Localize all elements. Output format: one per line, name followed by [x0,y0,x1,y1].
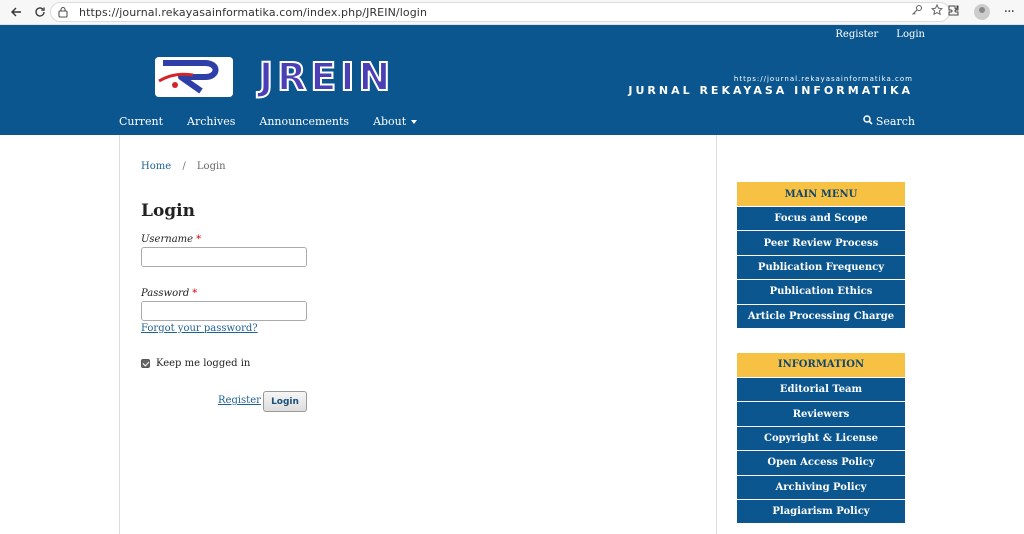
breadcrumb: Home / Login [141,161,226,172]
nav-announcements[interactable]: Announcements [259,115,349,128]
sidebar-item-peer-review[interactable]: Peer Review Process [737,230,905,255]
sidebar-item-focus-scope[interactable]: Focus and Scope [737,206,905,231]
sidebar-item-editorial-team[interactable]: Editorial Team [737,376,905,402]
required-mark: * [196,234,202,245]
register-header-link[interactable]: Register [835,29,878,40]
search-icon [863,115,873,128]
password-label: Password * [141,288,197,299]
register-link[interactable]: Register [218,395,261,406]
information-title: INFORMATION [737,352,905,377]
nav-about-label: About [373,115,407,128]
login-button[interactable]: Login [263,391,307,412]
profile-avatar-icon[interactable] [973,3,990,20]
site-header: Register Login JREIN https://journal.rek… [0,25,1024,135]
keep-logged-in-checkbox[interactable] [141,359,150,368]
favorite-star-icon[interactable] [930,3,944,19]
sidebar: MAIN MENU Focus and Scope Peer Review Pr… [737,182,905,534]
reload-icon[interactable] [28,1,52,23]
logo-subtitle: JURNAL REKAYASA INFORMATIKA [628,84,913,97]
page-title: Login [141,201,195,221]
main-menu-block: MAIN MENU Focus and Scope Peer Review Pr… [737,182,905,328]
nav-about[interactable]: About [373,115,418,128]
breadcrumb-current: Login [196,161,226,172]
key-icon[interactable] [911,4,923,19]
information-block: INFORMATION Editorial Team Reviewers Cop… [737,352,905,524]
browser-toolbar: https://journal.rekayasainformatika.com/… [0,0,1024,25]
content-area: Home / Login Login Username * Password * F… [119,135,905,534]
extensions-icon[interactable] [947,2,960,21]
logo-url-text: https://journal.rekayasainformatika.com [733,75,913,83]
password-label-text: Password [141,288,190,299]
sidebar-item-open-access-policy[interactable]: Open Access Policy [737,450,905,475]
forgot-password-link[interactable]: Forgot your password? [141,323,258,334]
main-menu-title: MAIN MENU [737,182,905,206]
site-info-icon[interactable] [57,6,75,18]
sidebar-item-publication-ethics[interactable]: Publication Ethics [737,279,905,304]
login-header-link[interactable]: Login [896,29,925,40]
nav-current[interactable]: Current [119,115,163,128]
back-icon[interactable] [4,1,28,23]
more-options-icon[interactable]: ··· [1004,4,1015,20]
caret-down-icon [411,119,418,124]
site-logo[interactable]: JREIN https://journal.rekayasainformatik… [155,54,915,100]
required-mark: * [192,288,198,299]
logo-mark-icon [155,57,233,97]
keep-logged-in-label: Keep me logged in [156,358,251,369]
user-nav: Register Login [835,29,925,40]
search-label: Search [875,115,915,128]
username-input[interactable] [141,247,307,267]
username-label: Username * [141,234,201,245]
keep-logged-in-row[interactable]: Keep me logged in [141,358,250,369]
url-text: https://journal.rekayasainformatika.com/… [79,5,428,19]
username-label-text: Username [141,234,194,245]
sidebar-item-archiving-policy[interactable]: Archiving Policy [737,474,905,499]
sidebar-item-plagiarism-policy[interactable]: Plagiarism Policy [737,498,905,524]
sidebar-item-article-processing-charge[interactable]: Article Processing Charge [737,303,905,328]
logo-wordmark: JREIN [258,54,395,100]
main-column: Home / Login Login Username * Password * F… [119,135,717,534]
breadcrumb-home-link[interactable]: Home [141,161,171,172]
address-bar[interactable]: https://journal.rekayasainformatika.com/… [50,2,950,22]
primary-nav: Current Archives Announcements About [119,115,441,128]
breadcrumb-separator: / [182,161,186,172]
password-input[interactable] [141,301,307,321]
sidebar-item-publication-frequency[interactable]: Publication Frequency [737,254,905,280]
sidebar-item-copyright-license[interactable]: Copyright & License [737,425,905,451]
nav-archives[interactable]: Archives [187,115,235,128]
search-link[interactable]: Search [863,115,915,128]
sidebar-item-reviewers[interactable]: Reviewers [737,401,905,426]
